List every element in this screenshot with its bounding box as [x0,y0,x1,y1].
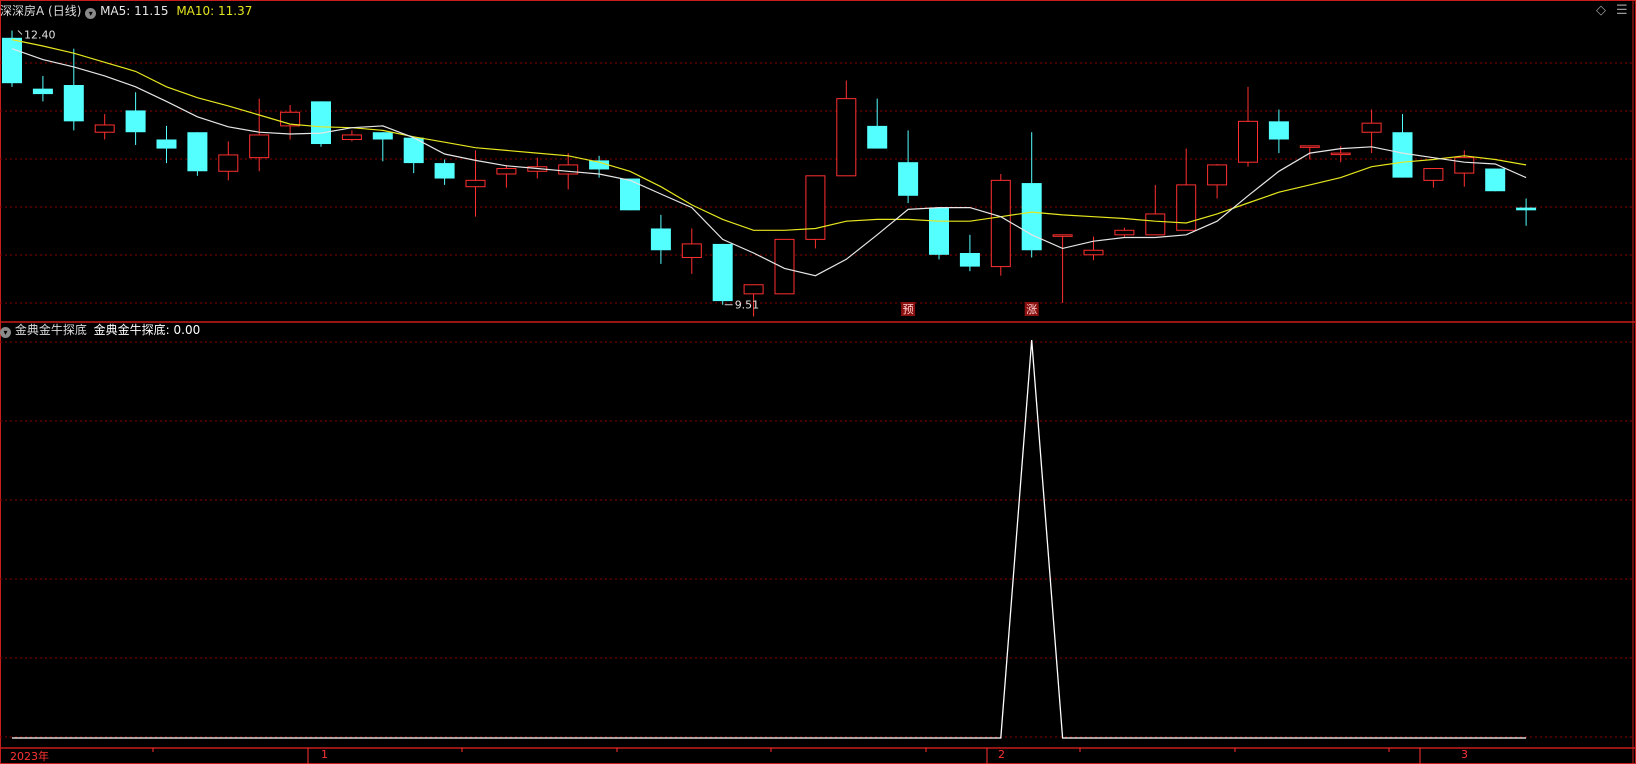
stock-name: 深深房A [0,4,45,18]
candle-up [558,164,579,175]
ma5-line [11,48,1527,277]
candle-down [1021,183,1042,251]
high-price-label: 12.40 [24,29,56,42]
ma5-label: MA5: 11.15 [100,4,169,18]
candle-up [1330,152,1351,156]
candle-up [743,284,764,295]
candle-up [341,134,362,140]
candle-down [187,132,208,172]
stock-chart-window: 12.40 9.51 预 涨 深深房A (日线) ▾ MA5: 11.15 MA10:… [0,0,1636,764]
candle-down [712,243,733,302]
candle-up [94,124,115,133]
candle-up [1454,157,1475,174]
candle-down [1485,168,1506,192]
signal-marker-yu: 预 [903,303,914,316]
candle-up [249,134,270,159]
low-price-label: 9.51 [735,299,760,312]
chart-canvas[interactable]: 12.40 9.51 预 涨 [0,0,1636,764]
candle-down [63,85,84,122]
candle-up [465,179,486,188]
candle-down [125,110,146,133]
ma10-line [11,39,1527,231]
ma10-label: MA10: 11.37 [176,4,253,18]
candle-up [1083,249,1104,256]
candle-up [836,98,857,177]
diamond-icon[interactable]: ◇ [1596,3,1606,18]
candle-down [867,125,888,149]
candle-up [1238,120,1258,163]
indicator-name: 金典金牛探底 [14,323,87,337]
period-label: (日线) [48,4,82,18]
candle-down [156,139,177,149]
candle-up [1052,234,1073,237]
candle-up [1145,213,1166,236]
candle-up [1423,168,1444,181]
candle-down [32,88,53,95]
chevron-down-icon[interactable]: ▾ [0,327,11,338]
candle-up [218,154,239,172]
candle-up [681,243,702,259]
candle-down [898,162,919,196]
candle-up [1361,122,1382,133]
indicator-line [12,339,1527,739]
menu-icon[interactable]: ☰ [1616,3,1628,18]
candle-up [1207,164,1228,186]
candle-down [1268,121,1289,140]
candle-down [650,228,671,251]
candle-down [929,207,949,255]
time-label-month-2: 2 [998,748,1005,761]
candle-up [496,168,517,175]
main-panel-header: 深深房A (日线) ▾ MA5: 11.15 MA10: 11.37 [0,4,252,19]
candle-down [434,163,455,179]
candle-down [311,101,331,145]
candle-up [1114,229,1135,236]
window-border [0,0,1636,764]
candle-up [805,175,826,240]
high-arrow [17,30,23,35]
sub-panel-header: ▾ 金典金牛探底 金典金牛探底: 0.00 [0,323,200,338]
candle-up [774,238,795,295]
chevron-down-icon[interactable]: ▾ [85,8,97,19]
candle-up [990,179,1011,268]
candle-down [372,132,393,140]
candle-down [2,37,22,84]
signal-marker-zhang: 涨 [1026,303,1037,316]
candle-down [959,252,980,267]
candle-up [1299,145,1320,148]
time-label-month-1: 1 [321,748,328,761]
candle-down [1516,207,1537,211]
indicator-value: 金典金牛探底: 0.00 [93,323,201,337]
time-label-year: 2023年 [10,750,49,763]
candle-down [1392,132,1413,178]
time-label-month-3: 3 [1461,748,1468,761]
